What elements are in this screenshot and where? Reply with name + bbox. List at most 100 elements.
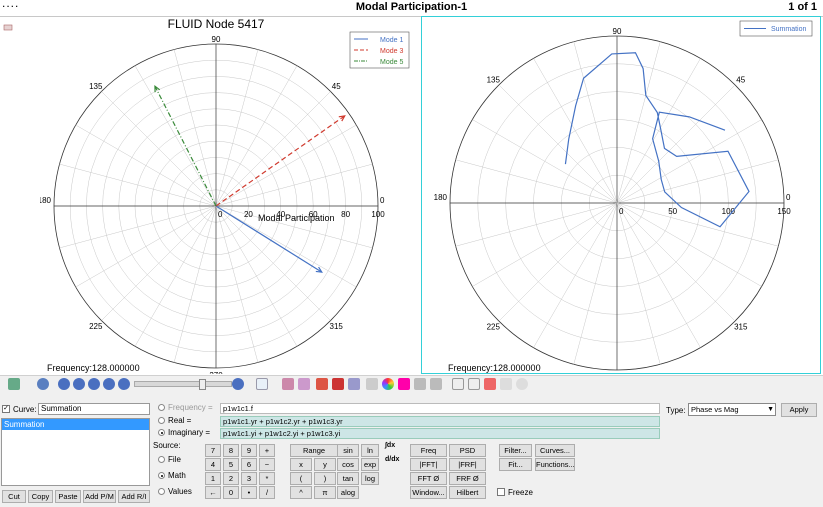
operator-button[interactable]: ^ [290, 486, 312, 499]
keypad-key[interactable]: 1 [205, 472, 221, 485]
chart-type-icon[interactable] [8, 378, 20, 390]
keypad-key[interactable]: / [259, 486, 275, 499]
source-option: Math [168, 471, 186, 480]
play-icon[interactable] [88, 378, 100, 390]
operator-button[interactable]: π [314, 486, 336, 499]
sum-icon[interactable] [414, 378, 426, 390]
function-button[interactable]: Hilbert [449, 486, 486, 499]
operator-button[interactable]: ln [361, 444, 379, 457]
slider-handle[interactable] [199, 379, 206, 390]
axes-icon[interactable] [256, 378, 268, 390]
function-button[interactable]: Window... [410, 486, 447, 499]
function-button[interactable]: |FFT| [410, 458, 447, 471]
function-button[interactable]: FFT Ø [410, 472, 447, 485]
keypad-key[interactable]: 6 [241, 458, 257, 471]
copy-button[interactable]: Copy [28, 490, 53, 503]
curve-list[interactable]: Summation [1, 418, 150, 486]
frequency-expression[interactable]: p1w1c1.f [220, 403, 660, 414]
keypad-key[interactable]: − [259, 458, 275, 471]
add-ri-button[interactable]: Add R/I [118, 490, 150, 503]
keypad-key[interactable]: 3 [241, 472, 257, 485]
function-button[interactable]: Functions... [535, 458, 575, 471]
curve-icon[interactable] [282, 378, 294, 390]
real-radio[interactable] [158, 417, 165, 424]
source-file-radio[interactable] [158, 456, 165, 463]
operator-button[interactable]: cos [337, 458, 359, 471]
note-icon[interactable] [348, 378, 360, 390]
frequency-radio[interactable] [158, 404, 165, 411]
left-polar-plot[interactable]: FLUID Node 5417 0 45 90 135 180 225 270 … [40, 16, 420, 374]
real-expression[interactable]: p1w1c1.yr + p1w1c2.yr + p1w1c3.yr [220, 416, 660, 427]
function-button[interactable]: |FRF| [449, 458, 486, 471]
legend[interactable]: Mode 1 Mode 3 Mode 5 [349, 31, 410, 69]
type-select[interactable]: Phase vs Mag ▼ [688, 403, 776, 416]
operator-button[interactable]: sin [337, 444, 359, 457]
step-forward-icon[interactable] [103, 378, 115, 390]
grid-spoke [455, 159, 618, 204]
function-button[interactable]: Filter... [499, 444, 532, 457]
keypad-key[interactable]: 2 [223, 472, 239, 485]
curve-name-input[interactable]: Summation [38, 403, 150, 415]
curve-visibility-checkbox[interactable]: ✓ [2, 405, 10, 413]
function-button[interactable]: PSD [449, 444, 486, 457]
fast-forward-icon[interactable] [118, 378, 130, 390]
legend-entry: Mode 3 [380, 48, 403, 55]
function-button[interactable]: Freq [410, 444, 447, 457]
list-item[interactable]: Summation [2, 419, 149, 430]
apply-button[interactable]: Apply [781, 403, 817, 417]
export-icon[interactable] [484, 378, 496, 390]
paste-button[interactable]: Paste [55, 490, 81, 503]
curve-edit-icon[interactable] [298, 378, 310, 390]
right-plot-frame[interactable]: 0 45 90 135 180 225 270 315 50 100 150 0… [421, 16, 821, 374]
title-bar: .... Modal Participation-1 1 of 1 [0, 0, 823, 17]
operator-button[interactable]: tan [337, 472, 359, 485]
operator-button[interactable]: ) [314, 472, 336, 485]
source-values-radio[interactable] [158, 488, 165, 495]
chevron-down-icon[interactable]: ▼ [767, 404, 774, 415]
imaginary-expression[interactable]: p1w1c1.yi + p1w1c2.yi + p1w1c3.yi [220, 428, 660, 439]
crosshair-icon[interactable] [398, 378, 410, 390]
right-polar-plot[interactable]: 0 45 90 135 180 225 270 315 50 100 150 0… [422, 17, 820, 373]
add-pm-button[interactable]: Add P/M [83, 490, 116, 503]
operator-button[interactable]: exp [361, 458, 379, 471]
function-button[interactable]: Curves... [535, 444, 575, 457]
points-icon[interactable] [316, 378, 328, 390]
keypad-key[interactable]: 7 [205, 444, 221, 457]
keypad-key[interactable]: + [259, 444, 275, 457]
grid-icon[interactable] [452, 378, 464, 390]
imaginary-radio[interactable] [158, 429, 165, 436]
source-math-radio[interactable] [158, 472, 165, 479]
plot-toolbar [0, 375, 823, 393]
settings-icon[interactable] [232, 378, 244, 390]
step-back-icon[interactable] [73, 378, 85, 390]
keypad-key[interactable]: • [241, 486, 257, 499]
operator-button[interactable]: ( [290, 472, 312, 485]
operator-button[interactable]: y [314, 458, 336, 471]
rewind-icon[interactable] [58, 378, 70, 390]
legend[interactable]: Summation [739, 20, 813, 37]
animation-slider[interactable] [134, 379, 232, 390]
freeze-checkbox[interactable] [497, 488, 505, 496]
color-wheel-icon[interactable] [382, 378, 394, 390]
operator-button[interactable]: Range [290, 444, 338, 457]
keypad-key[interactable]: 9 [241, 444, 257, 457]
keypad-key[interactable]: 4 [205, 458, 221, 471]
keypad-key[interactable]: * [259, 472, 275, 485]
layout-icon[interactable] [468, 378, 480, 390]
keypad-key[interactable]: 5 [223, 458, 239, 471]
operator-button[interactable]: x [290, 458, 312, 471]
keypad-key[interactable]: ← [205, 486, 221, 499]
operator-button[interactable]: alog [337, 486, 359, 499]
function-button[interactable]: FRF Ø [449, 472, 486, 485]
keypad-key[interactable]: 0 [223, 486, 239, 499]
cut-button[interactable]: Cut [2, 490, 26, 503]
fit-icon[interactable] [430, 378, 442, 390]
function-button[interactable]: Fit... [499, 458, 532, 471]
eraser-icon[interactable] [3, 22, 13, 32]
operator-button[interactable]: log [361, 472, 379, 485]
integral-icon[interactable]: ∫dx [385, 442, 395, 449]
derivative-icon[interactable]: d/dx [385, 456, 399, 463]
animation-icon[interactable] [37, 378, 49, 390]
keypad-key[interactable]: 8 [223, 444, 239, 457]
marker-icon[interactable] [332, 378, 344, 390]
